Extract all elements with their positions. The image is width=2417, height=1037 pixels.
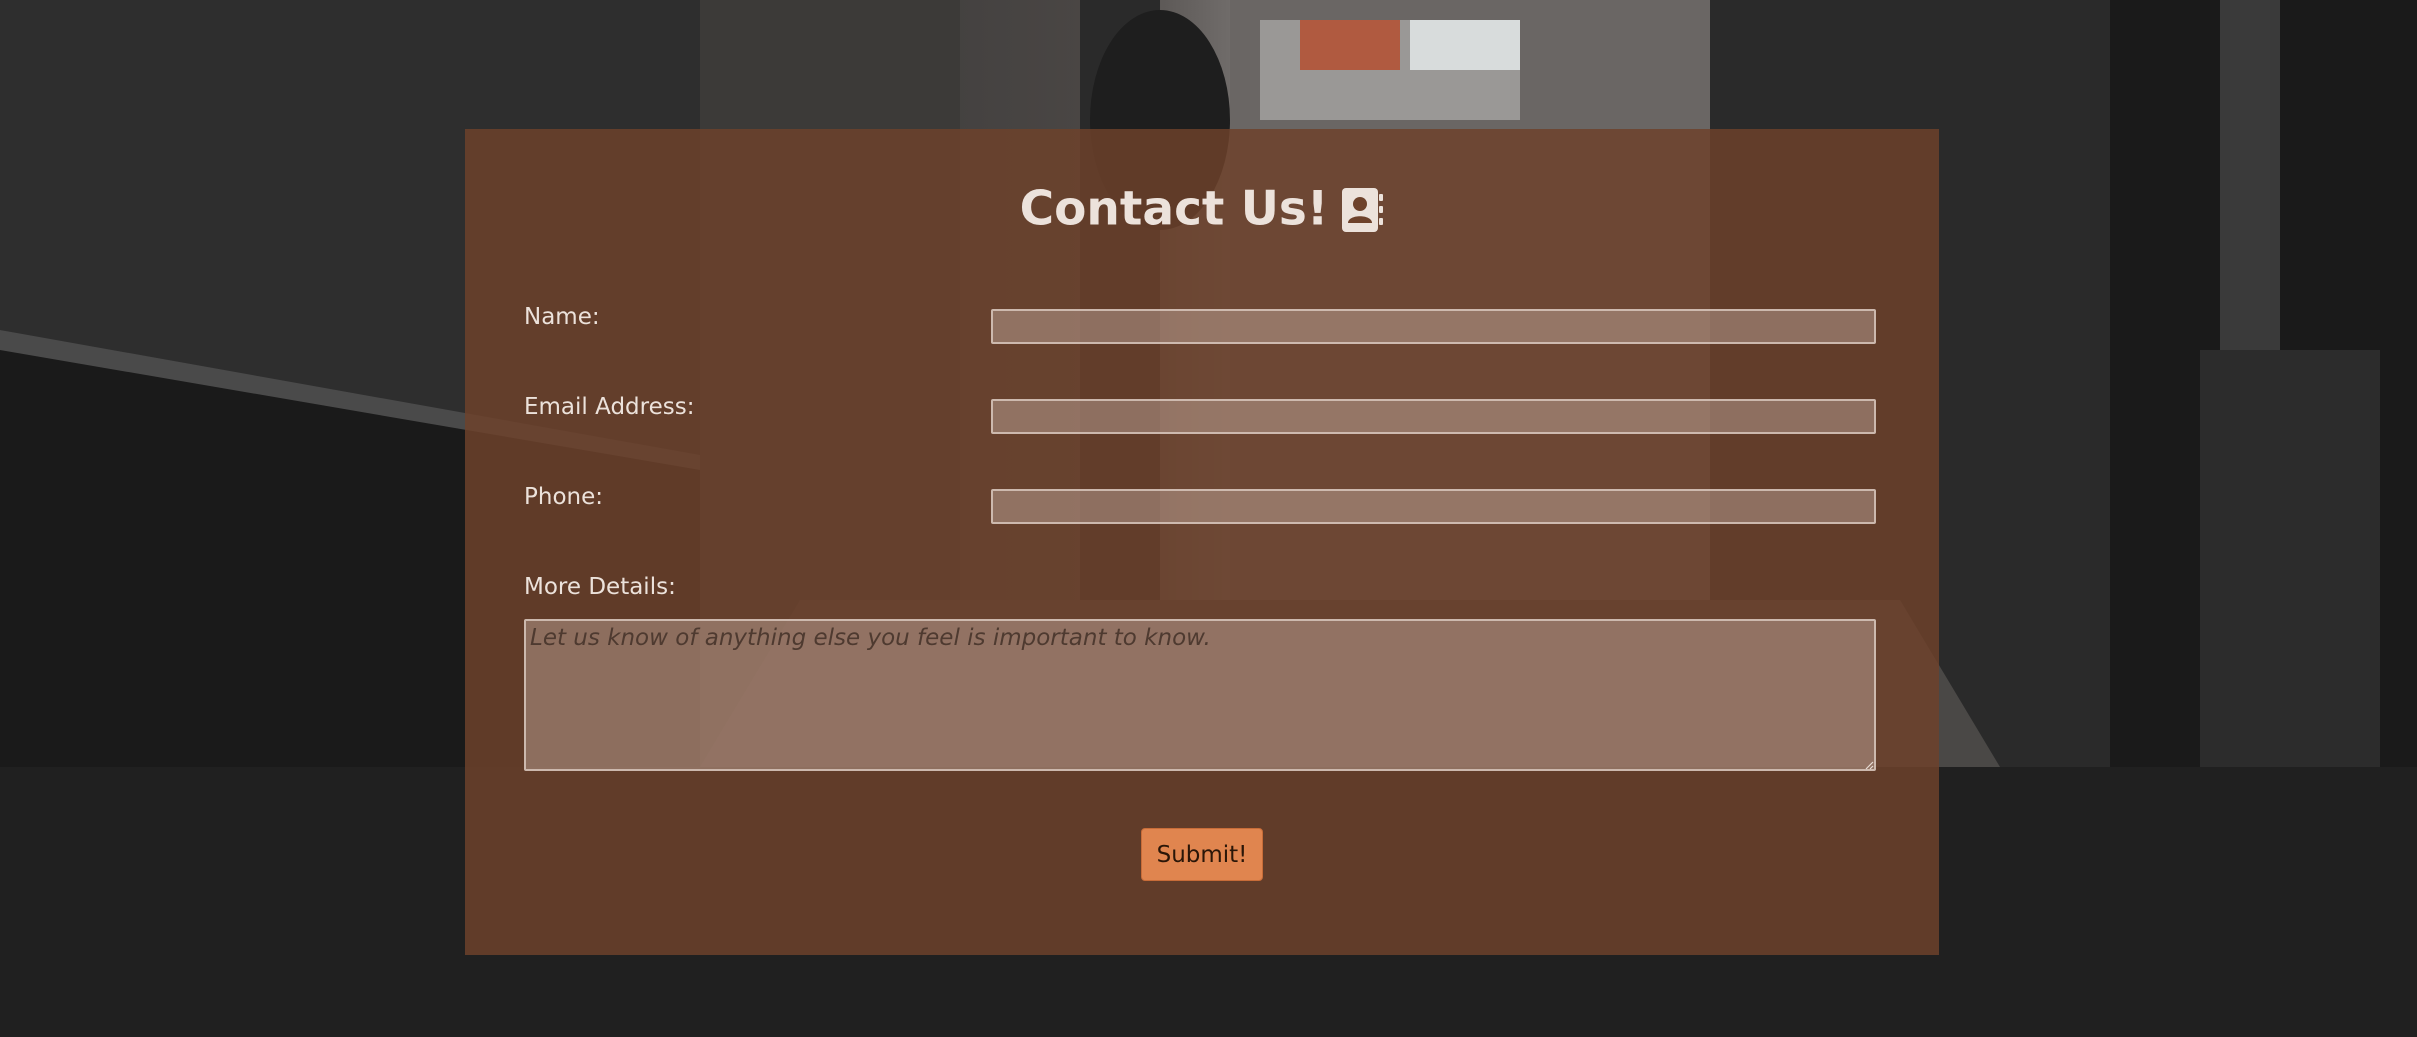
contact-form-card: Contact Us! Name: Email Address: Phone: … — [465, 129, 1939, 955]
details-textarea[interactable] — [524, 619, 1876, 771]
phone-label: Phone: — [524, 484, 603, 510]
address-book-icon — [1340, 186, 1384, 234]
email-input[interactable] — [991, 399, 1876, 434]
phone-input[interactable] — [991, 489, 1876, 524]
page: Contact Us! Name: Email Address: Phone: … — [0, 0, 2417, 1037]
name-input[interactable] — [991, 309, 1876, 344]
form-title: Contact Us! — [465, 179, 1939, 238]
form-title-text: Contact Us! — [1019, 181, 1329, 237]
details-label: More Details: — [524, 574, 676, 600]
email-label: Email Address: — [524, 394, 695, 420]
resize-handle-icon[interactable] — [1865, 761, 1874, 770]
name-label: Name: — [524, 304, 600, 330]
submit-button[interactable]: Submit! — [1141, 828, 1263, 881]
